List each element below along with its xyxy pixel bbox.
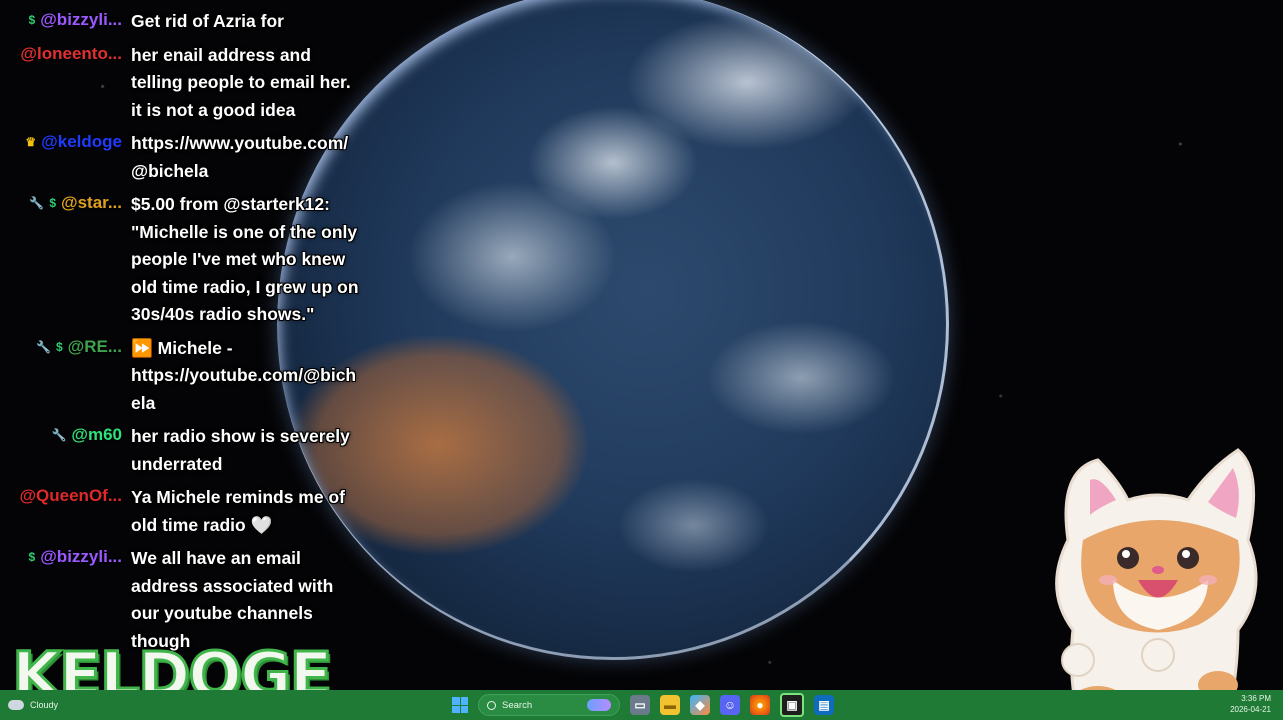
chat-text: $5.00 from @starterk12: "Michelle is one… (131, 194, 359, 324)
chat-username: @RE... (67, 336, 122, 356)
search-icon (487, 700, 496, 710)
chat-message: 🔧 $ @star... $5.00 from @starterk12: "Mich… (0, 191, 370, 329)
windows-start-icon[interactable] (452, 697, 468, 713)
money-icon: $ (49, 196, 56, 210)
search-highlight-icon (587, 699, 611, 711)
clock-date: 2026-04-21 (1230, 705, 1271, 714)
chat-username: @star... (61, 193, 122, 212)
wrench-icon: 🔧 (35, 339, 51, 354)
cloud-icon (8, 700, 24, 710)
money-icon: $ (55, 339, 63, 354)
chat-message: ♛ @keldoge https://www.youtube.com/@biche… (0, 130, 370, 185)
chat-text: ⏩ Michele - https://youtube.com/@bichela (131, 337, 357, 413)
chat-username: @bizzyli... (40, 10, 122, 29)
wrench-icon: 🔧 (51, 428, 67, 442)
chat-overlay: $ @bizzyli... Get rid of Azria for @lonee… (0, 10, 370, 661)
discord-icon[interactable]: ☺ (720, 695, 740, 715)
weather-widget[interactable]: Cloudy (8, 690, 58, 720)
file-explorer-icon[interactable]: ▭ (630, 695, 650, 715)
chat-text: Ya Michele reminds me of old time radio … (131, 487, 345, 535)
chat-username: @m60 (71, 425, 122, 444)
search-placeholder: Search (502, 699, 533, 711)
chat-username: @bizzyli... (40, 547, 122, 566)
chat-message: $ @bizzyli... Get rid of Azria for (0, 8, 370, 36)
outlook-icon[interactable]: ▤ (814, 695, 834, 715)
folder-icon[interactable]: ▬ (660, 695, 680, 715)
weather-label: Cloudy (30, 700, 59, 710)
chat-text: Get rid of Azria for (131, 11, 284, 31)
chat-text: https://www.youtube.com/@bichela (131, 133, 349, 181)
clock-time: 3:36 PM (1241, 694, 1271, 703)
windows-taskbar: Cloudy Search ▭ ▬ ◆ ☺ ● ▣ ▤ 3:36 PM 2026… (0, 690, 1283, 720)
chat-message: 🔧 $ @RE... ⏩ Michele - https://youtube.com… (0, 335, 370, 418)
copilot-icon[interactable]: ◆ (690, 695, 710, 715)
crown-icon: ♛ (25, 135, 37, 149)
chat-username: @loneento... (20, 43, 122, 63)
earth-atmosphere-rim (277, 0, 949, 660)
chat-username: @QueenOf... (19, 486, 122, 505)
chat-username: @keldoge (41, 132, 122, 151)
firefox-icon[interactable]: ● (750, 695, 770, 715)
chat-message: @QueenOf... Ya Michele reminds me of old… (0, 484, 370, 539)
system-clock[interactable]: 3:36 PM 2026-04-21 (1230, 693, 1271, 715)
cat-mascot-icon (1055, 448, 1258, 720)
money-icon: $ (28, 550, 36, 564)
wrench-icon: 🔧 (29, 196, 45, 210)
chat-text: her radio show is severely underrated (131, 426, 350, 474)
chat-text: her enail address and telling people to … (131, 44, 351, 120)
money-icon: $ (28, 13, 36, 27)
chat-message: @loneento... her enail address and telli… (0, 42, 370, 125)
taskbar-search[interactable]: Search (478, 694, 620, 716)
chat-message: 🔧 @m60 her radio show is severely underra… (0, 423, 370, 478)
taskbar-apps: Search ▭ ▬ ◆ ☺ ● ▣ ▤ (452, 690, 834, 720)
terminal-icon[interactable]: ▣ (780, 693, 804, 717)
